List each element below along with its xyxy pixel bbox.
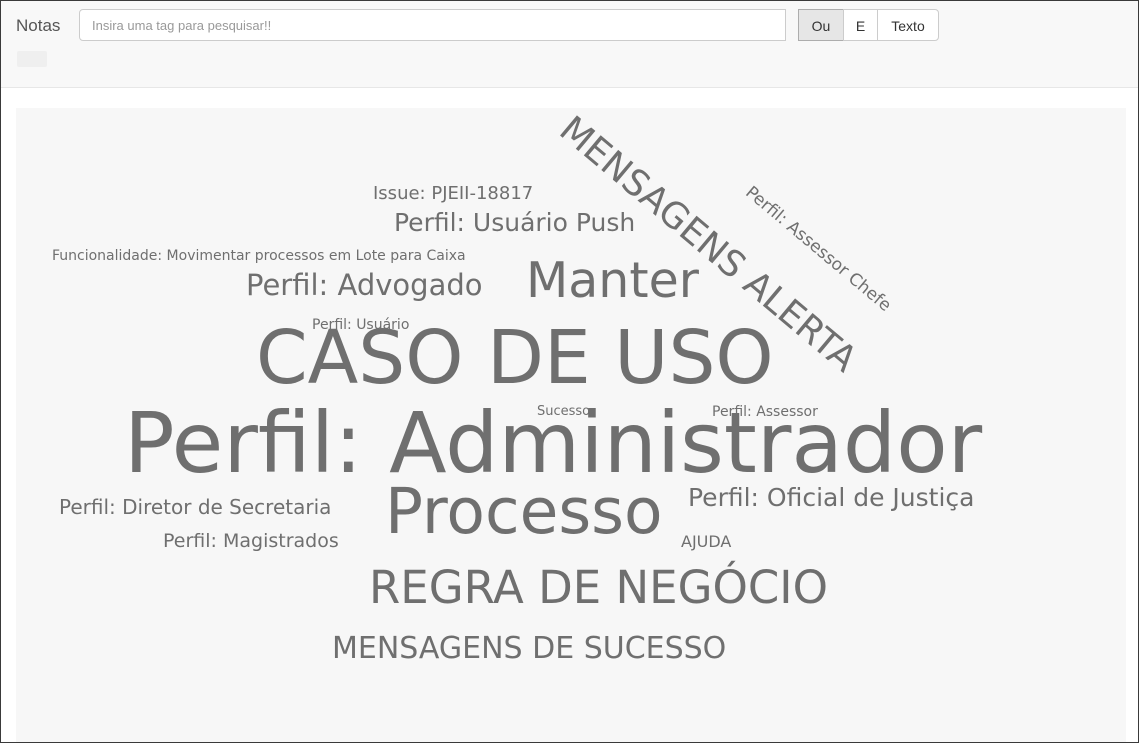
tag-perfil-diretor-de-secretaria[interactable]: Perfil: Diretor de Secretaria [59, 497, 331, 517]
or-filter-button[interactable]: Ou [798, 9, 844, 41]
tag-perfil-advogado[interactable]: Perfil: Advogado [246, 271, 483, 300]
navbar: Notas Ou E Texto [1, 1, 1138, 88]
tag-caso-de-uso[interactable]: CASO DE USO [256, 321, 774, 395]
tag-regra-de-negocio[interactable]: REGRA DE NEGÓCIO [369, 565, 828, 610]
tag-perfil-administrador[interactable]: Perfil: Administrador [124, 401, 982, 485]
tag-perfil-oficial-de-justica[interactable]: Perfil: Oficial de Justiça [688, 485, 975, 510]
tag-issue-pjeii-18817[interactable]: Issue: PJEII-18817 [373, 185, 533, 203]
tag-ajuda[interactable]: AJUDA [681, 534, 731, 550]
tag-perfil-magistrados[interactable]: Perfil: Magistrados [163, 532, 339, 551]
tag-cloud: MENSAGENS ALERTA Perfil: Assessor Chefe … [16, 108, 1126, 742]
tag-processo[interactable]: Processo [385, 480, 663, 543]
brand-title[interactable]: Notas [16, 16, 60, 36]
tag-mensagens-de-sucesso[interactable]: MENSAGENS DE SUCESSO [332, 634, 726, 664]
text-filter-button[interactable]: Texto [877, 9, 939, 41]
tag-perfil-usuario-push[interactable]: Perfil: Usuário Push [394, 210, 635, 235]
and-filter-button[interactable]: E [843, 9, 878, 41]
app-window: Notas Ou E Texto MENSAGENS ALERTA Perfil… [0, 0, 1139, 743]
tag-funcionalidade-movimentar[interactable]: Funcionalidade: Movimentar processos em … [52, 249, 466, 263]
selected-tags-area [17, 51, 47, 67]
tag-search-input[interactable] [79, 9, 786, 41]
tag-manter[interactable]: Manter [526, 256, 699, 305]
